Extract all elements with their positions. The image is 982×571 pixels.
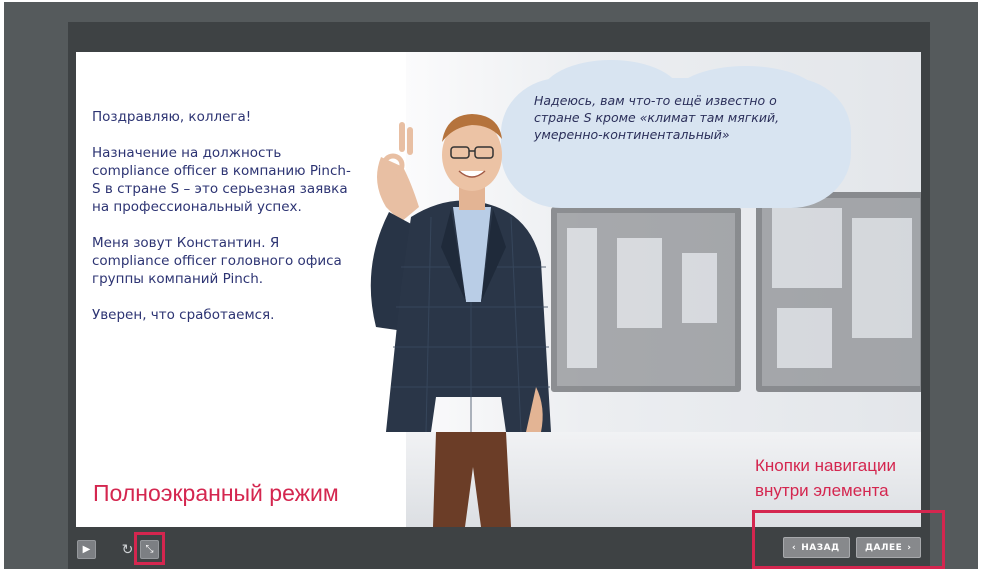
play-icon: ▶ (82, 544, 91, 555)
play-button[interactable]: ▶ (77, 540, 96, 559)
replay-icon: ↻ (121, 541, 134, 557)
greeting-text: Поздравляю, коллега! (92, 109, 252, 125)
closing-text: Уверен, что сработаемся. (92, 307, 275, 323)
intro-text: Поздравляю, коллега! Назначение на должн… (92, 108, 352, 342)
introduction-text: Меня зовут Константин. Я compliance offi… (92, 235, 342, 287)
navigation-highlight-box (752, 510, 945, 569)
speech-bubble-text: Надеюсь, вам что-то ещё известно о стран… (534, 93, 780, 142)
navigation-annotation: Кнопки навигации внутри элемента (755, 456, 896, 500)
appointment-text: Назначение на должность compliance offic… (92, 145, 351, 215)
monitor-image (551, 207, 741, 392)
fullscreen-highlight-box (134, 532, 165, 565)
fullscreen-annotation: Полноэкранный режим (93, 480, 339, 506)
monitor-image (756, 192, 921, 392)
presenter-photo (370, 114, 551, 527)
